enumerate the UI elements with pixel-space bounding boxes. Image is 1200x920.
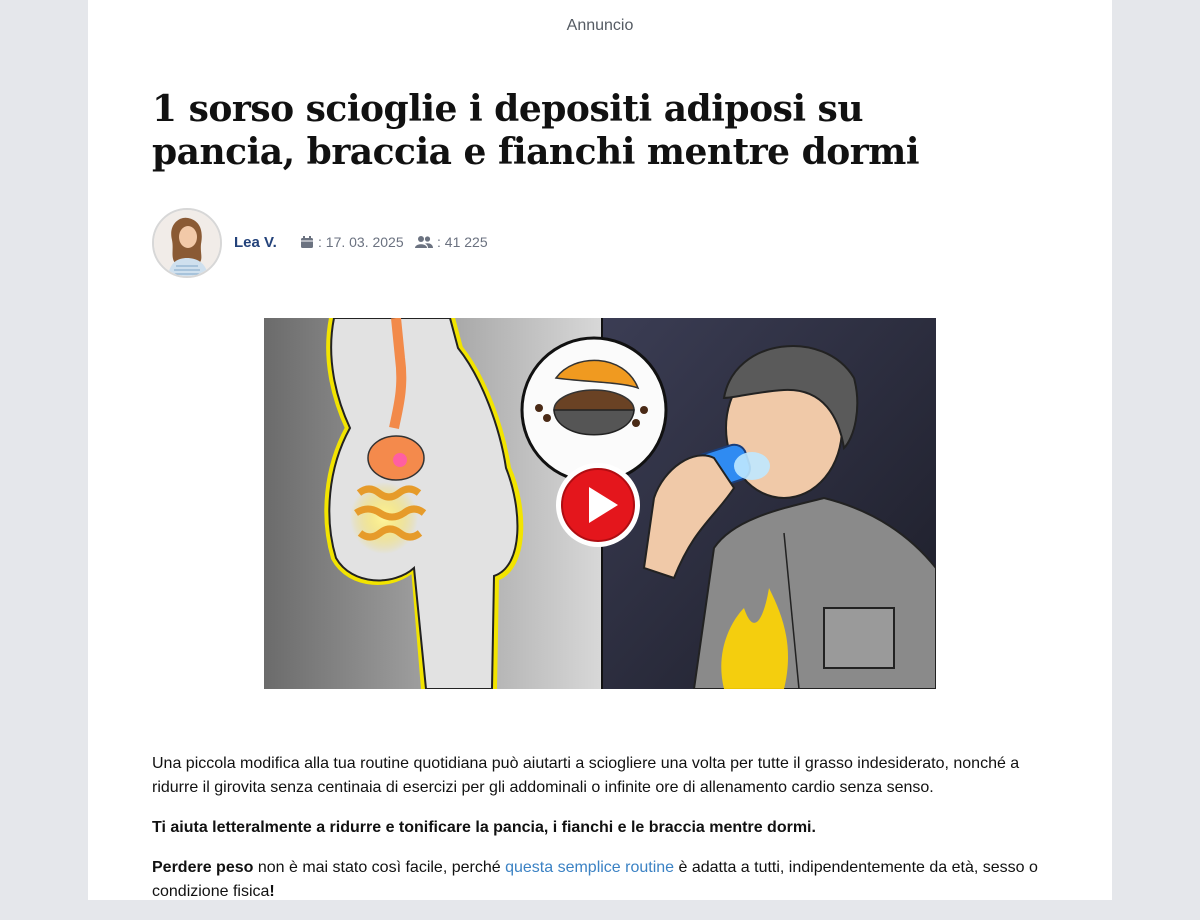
reader-count: : 41 225 — [415, 234, 488, 250]
ad-label: Annuncio — [566, 17, 634, 34]
author-avatar[interactable] — [152, 208, 222, 278]
article-meta: Lea V. : 17. 03. 2025 : 41 225 — [152, 208, 752, 278]
publish-date-text: : 17. 03. 2025 — [318, 234, 404, 250]
article-page: Annuncio 1 sorso scioglie i depositi adi… — [88, 0, 1112, 900]
hero-video[interactable] — [264, 318, 936, 689]
paragraph-routine-bold: Perdere peso — [152, 859, 254, 876]
calendar-icon — [301, 236, 313, 248]
users-icon — [415, 236, 433, 248]
article-title: 1 sorso scioglie i depositi adiposi su p… — [152, 88, 920, 173]
play-icon — [556, 463, 640, 547]
paragraph-routine: Perdere peso non è mai stato così facile… — [152, 856, 1052, 904]
paragraph-routine-text-a: non è mai stato così facile, perché — [253, 859, 506, 876]
reader-count-text: : 41 225 — [437, 234, 488, 250]
publish-date: : 17. 03. 2025 — [300, 234, 404, 250]
video-play-button[interactable] — [554, 461, 642, 549]
paragraph-routine-end: ! — [269, 883, 275, 900]
article-body: Una piccola modifica alla tua routine qu… — [152, 752, 1052, 920]
paragraph-intro: Una piccola modifica alla tua routine qu… — [152, 755, 1020, 796]
author-name[interactable]: Lea V. — [234, 234, 277, 251]
paragraph-highlight: Ti aiuta letteralmente a ridurre e tonif… — [152, 819, 816, 836]
routine-link[interactable]: questa semplice routine — [505, 859, 674, 876]
